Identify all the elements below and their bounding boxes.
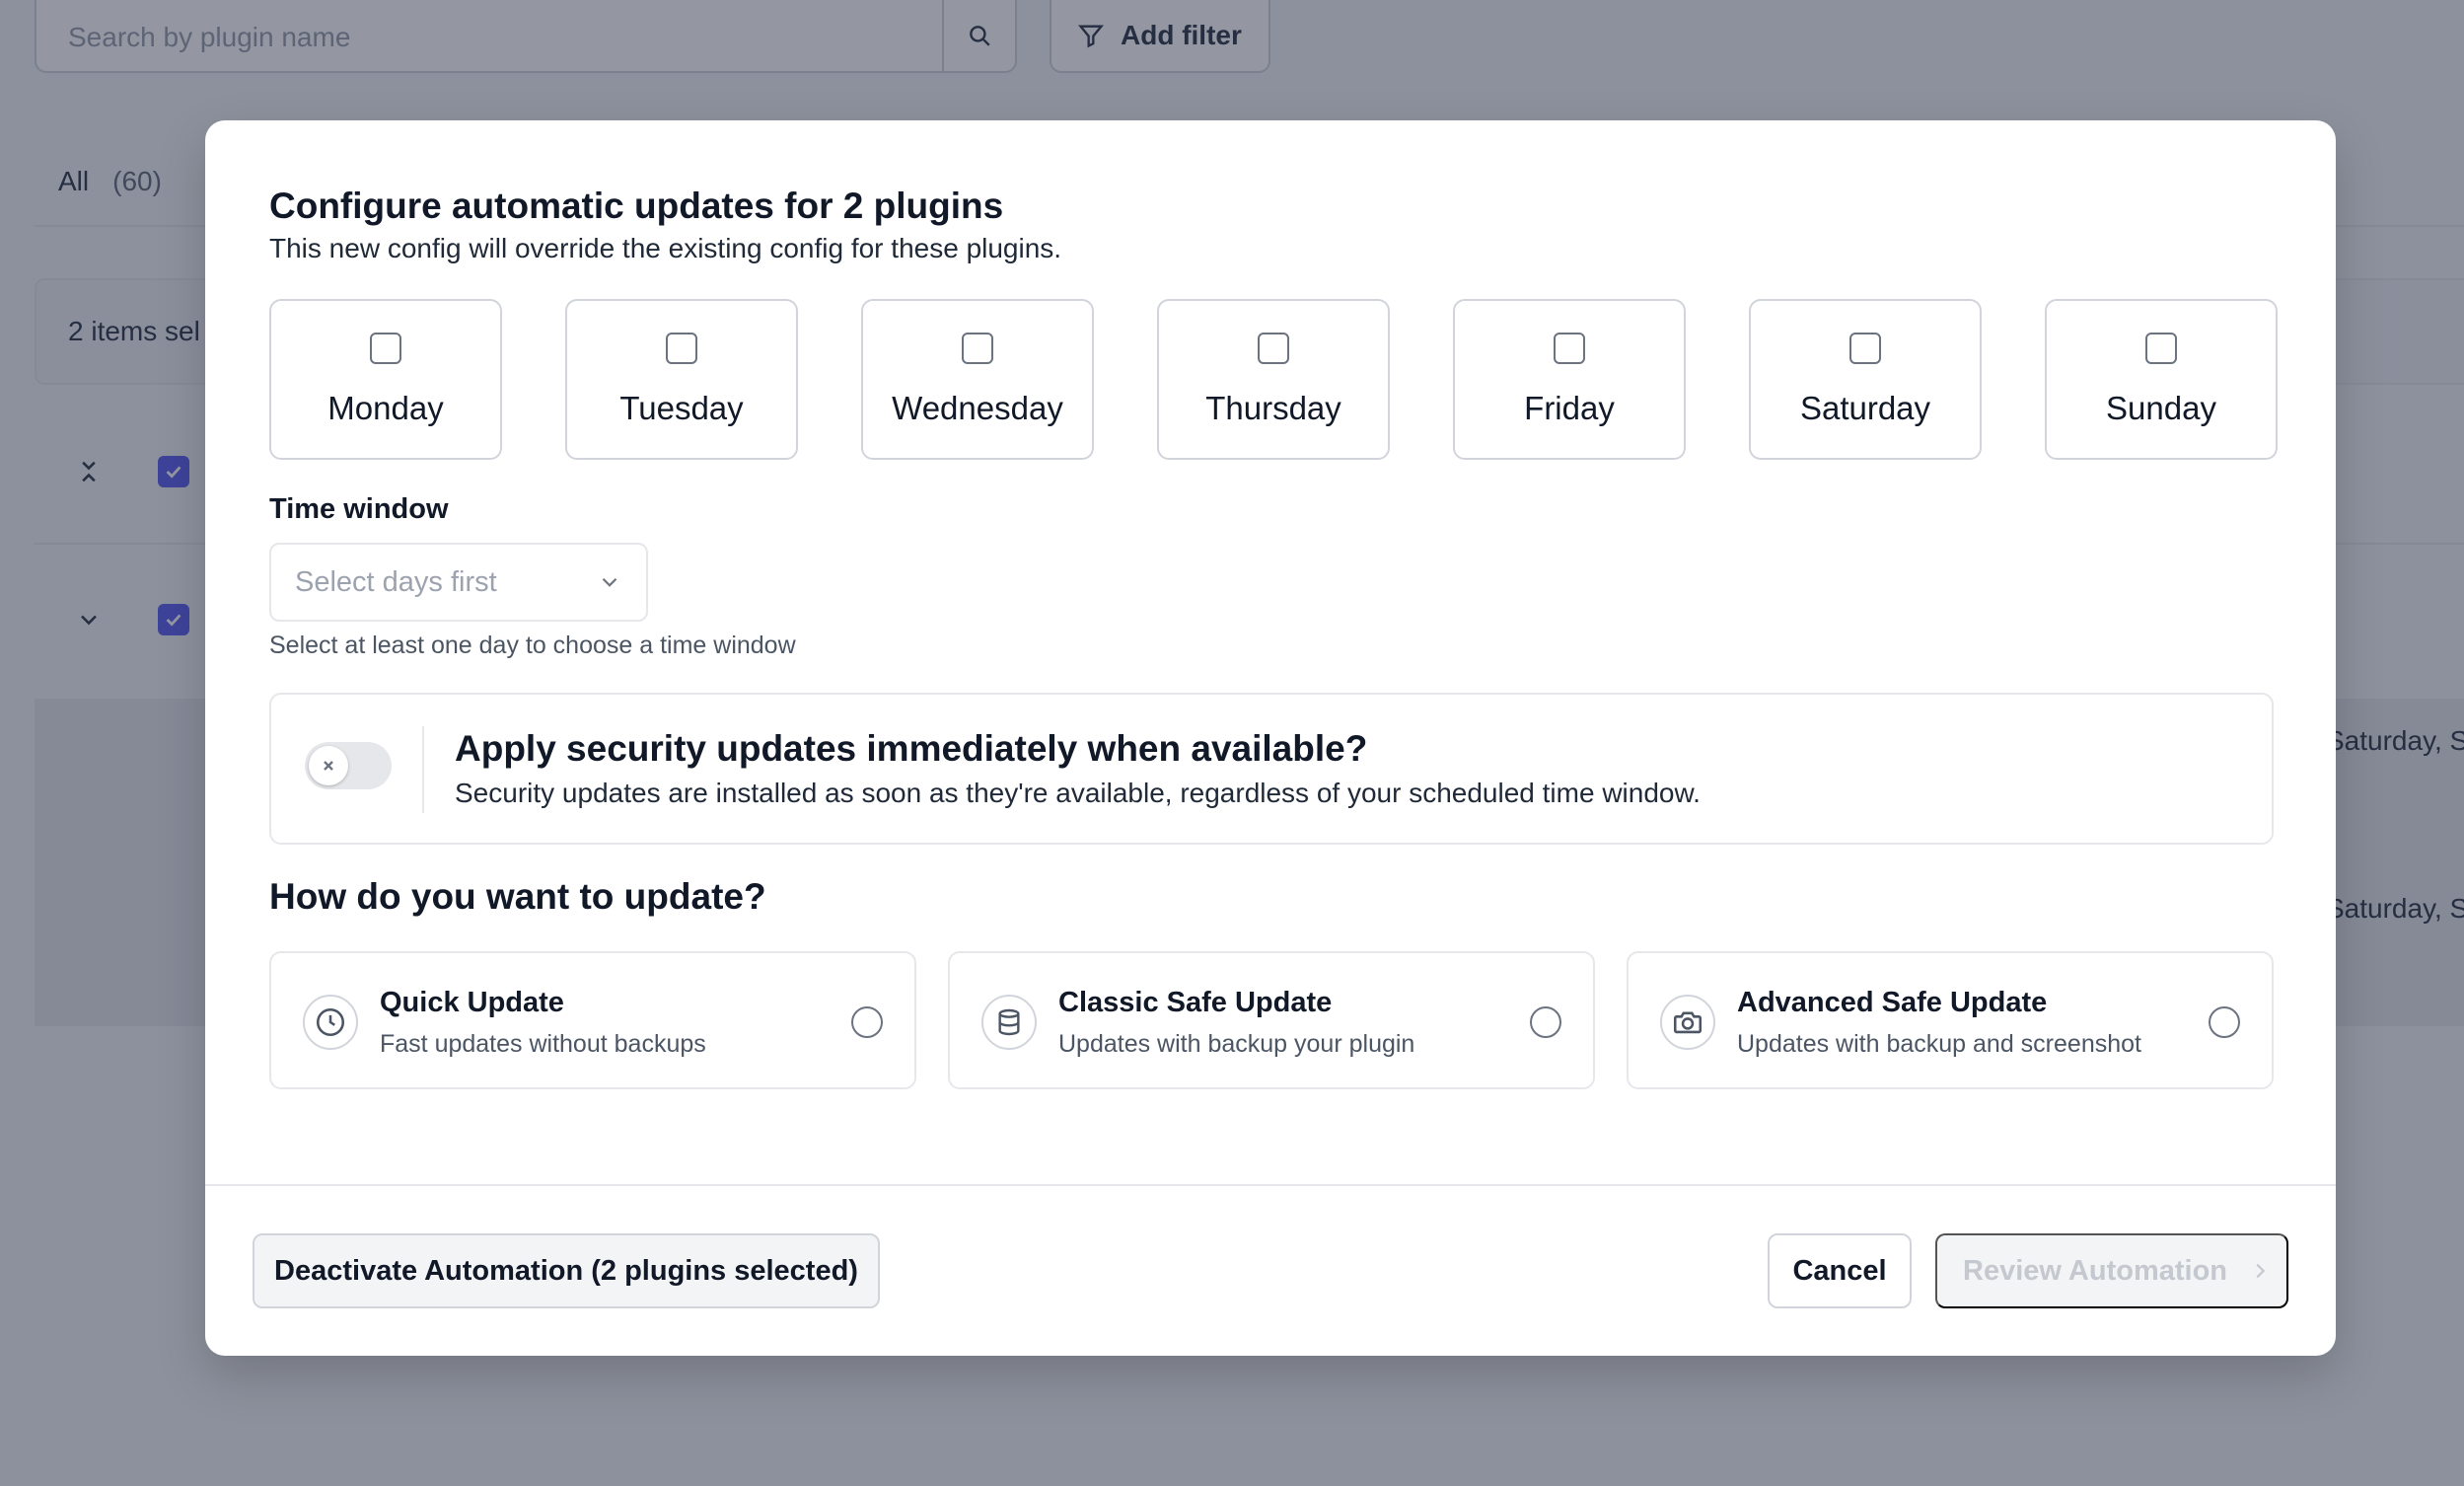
time-window-select[interactable]: Select days first: [269, 543, 648, 622]
time-window-label: Time window: [269, 493, 449, 525]
option-title: Quick Update: [380, 987, 564, 1018]
day-label: Monday: [327, 390, 444, 426]
option-title: Advanced Safe Update: [1737, 987, 2048, 1018]
modal-subtitle: This new config will override the existi…: [269, 233, 1062, 263]
modal-title: Configure automatic updates for 2 plugin…: [269, 186, 1004, 226]
configure-updates-modal: Configure automatic updates for 2 plugin…: [205, 120, 2336, 1356]
option-radio[interactable]: [1530, 1006, 1561, 1038]
option-classic-safe-update[interactable]: Classic Safe Update Updates with backup …: [948, 951, 1595, 1089]
day-selector: Monday Tuesday Wednesday Thursday Friday…: [269, 299, 2278, 460]
day-checkbox[interactable]: [2145, 333, 2177, 364]
day-checkbox[interactable]: [370, 333, 401, 364]
day-checkbox[interactable]: [666, 333, 697, 364]
day-checkbox[interactable]: [1258, 333, 1289, 364]
update-method-title: How do you want to update?: [269, 876, 766, 917]
toggle-knob: [309, 746, 348, 785]
review-automation-button[interactable]: Review Automation: [1935, 1233, 2288, 1308]
option-description: Fast updates without backups: [380, 1030, 706, 1058]
day-checkbox[interactable]: [962, 333, 993, 364]
day-label: Tuesday: [619, 390, 744, 426]
time-window-hint: Select at least one day to choose a time…: [269, 632, 796, 659]
footer-divider: [205, 1184, 2336, 1186]
day-label: Wednesday: [892, 390, 1063, 426]
camera-icon: [1660, 995, 1715, 1050]
option-description: Updates with backup and screenshot: [1737, 1030, 2141, 1058]
option-radio[interactable]: [851, 1006, 883, 1038]
deactivate-automation-button[interactable]: Deactivate Automation (2 plugins selecte…: [253, 1233, 880, 1308]
clock-icon: [303, 995, 358, 1050]
cancel-button[interactable]: Cancel: [1768, 1233, 1912, 1308]
database-icon: [981, 995, 1037, 1050]
update-method-options: Quick Update Fast updates without backup…: [269, 951, 2274, 1089]
security-updates-description: Security updates are installed as soon a…: [455, 778, 1701, 808]
security-updates-panel: Apply security updates immediately when …: [269, 693, 2274, 845]
day-label: Thursday: [1205, 390, 1341, 426]
day-card-sunday[interactable]: Sunday: [2045, 299, 2278, 460]
divider: [422, 726, 424, 813]
day-checkbox[interactable]: [1554, 333, 1585, 364]
security-updates-toggle[interactable]: [305, 742, 392, 789]
security-updates-title: Apply security updates immediately when …: [455, 728, 1368, 769]
review-automation-label: Review Automation: [1963, 1254, 2228, 1287]
day-card-saturday[interactable]: Saturday: [1749, 299, 1982, 460]
chevron-right-icon: [2256, 1263, 2266, 1279]
day-label: Sunday: [2106, 390, 2216, 426]
option-radio[interactable]: [2209, 1006, 2240, 1038]
day-label: Friday: [1524, 390, 1615, 426]
option-advanced-safe-update[interactable]: Advanced Safe Update Updates with backup…: [1627, 951, 2274, 1089]
day-card-monday[interactable]: Monday: [269, 299, 502, 460]
day-card-tuesday[interactable]: Tuesday: [565, 299, 798, 460]
day-card-wednesday[interactable]: Wednesday: [861, 299, 1094, 460]
option-quick-update[interactable]: Quick Update Fast updates without backup…: [269, 951, 916, 1089]
option-description: Updates with backup your plugin: [1058, 1030, 1415, 1058]
close-icon: [324, 761, 333, 771]
option-title: Classic Safe Update: [1058, 987, 1333, 1018]
day-label: Saturday: [1799, 390, 1931, 426]
day-card-thursday[interactable]: Thursday: [1157, 299, 1390, 460]
day-checkbox[interactable]: [1849, 333, 1881, 364]
day-card-friday[interactable]: Friday: [1453, 299, 1686, 460]
time-window-placeholder: Select days first: [295, 565, 497, 598]
chevron-down-icon: [602, 577, 617, 587]
